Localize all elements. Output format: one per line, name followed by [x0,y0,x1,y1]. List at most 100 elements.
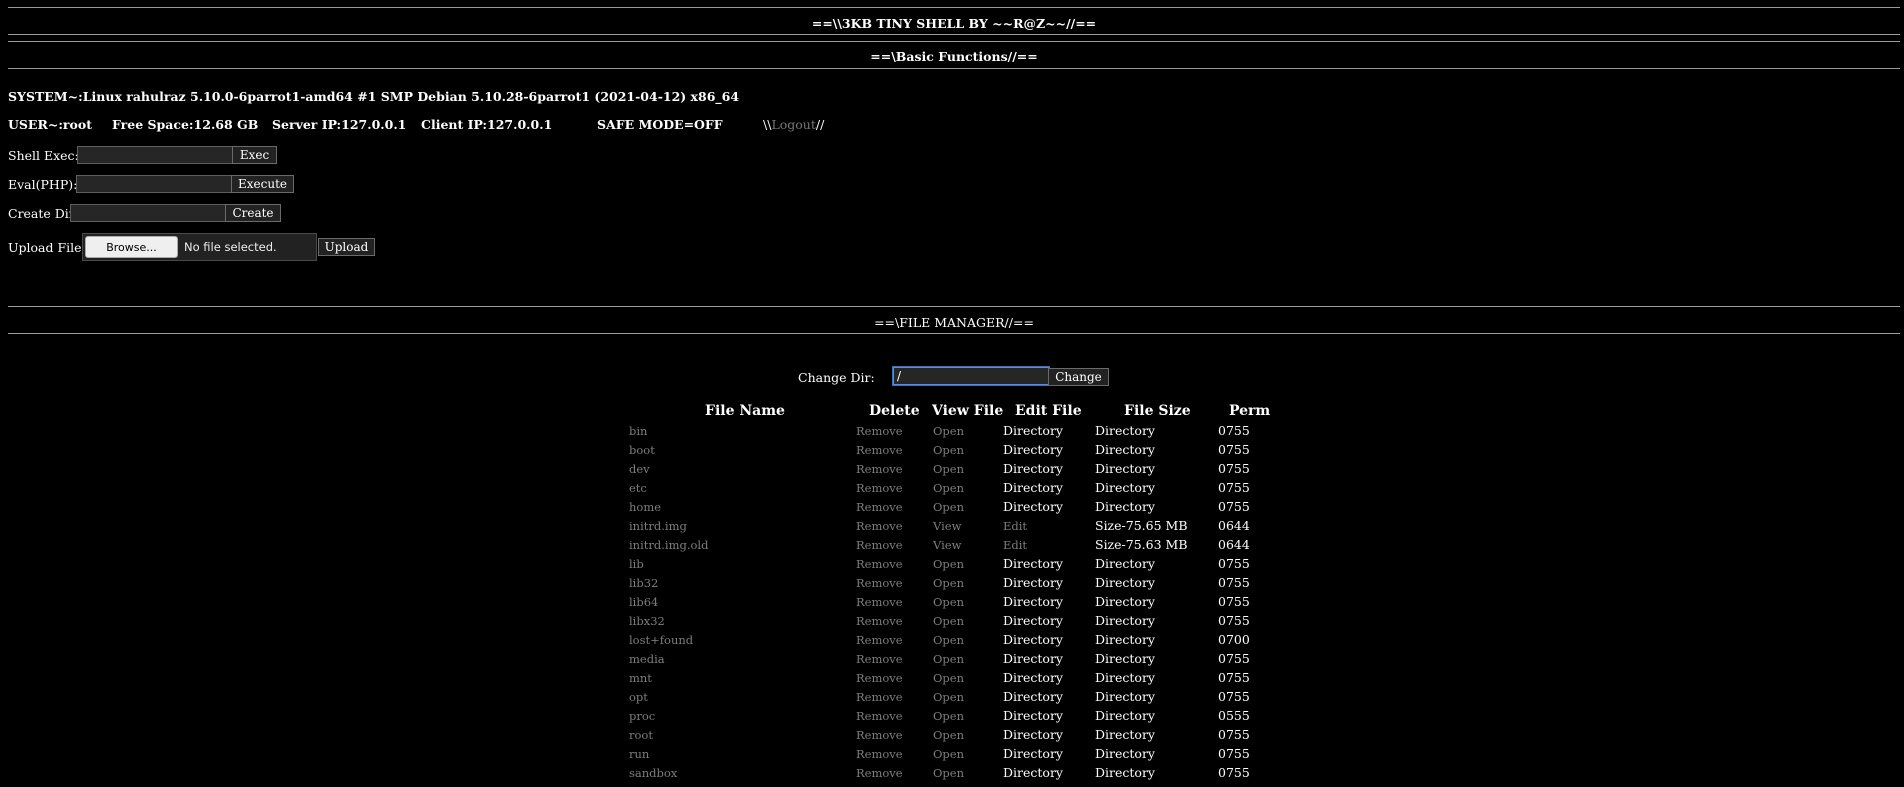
file-size-cell: Directory [1095,765,1155,780]
open-link[interactable]: Open [933,690,964,704]
remove-link[interactable]: Remove [856,690,903,704]
client-ip: Client IP:127.0.0.1 [421,117,553,132]
open-link[interactable]: Open [933,747,964,761]
create-dir-input[interactable] [70,204,226,222]
remove-link[interactable]: Remove [856,671,903,685]
file-name-link[interactable]: libx32 [629,614,665,628]
file-input[interactable]: Browse... No file selected. [82,233,317,261]
file-size-cell: Directory [1095,689,1155,704]
basic-functions-title: ==\Basic Functions//== [870,49,1038,64]
file-size-cell: Directory [1095,594,1155,609]
file-name-link[interactable]: sandbox [629,766,677,780]
file-size-cell: Directory [1095,708,1155,723]
remove-link[interactable]: Remove [856,557,903,571]
file-name-link[interactable]: mnt [629,671,652,685]
file-name-link[interactable]: root [629,728,653,742]
edit-file-cell: Directory [1003,423,1063,438]
browse-button[interactable]: Browse... [85,236,178,258]
file-status: No file selected. [184,240,277,254]
file-size-cell: Directory [1095,442,1155,457]
view-link[interactable]: View [933,519,961,533]
open-link[interactable]: Open [933,633,964,647]
file-name-link[interactable]: opt [629,690,648,704]
create-dir-label: Create Dir: [8,206,79,221]
remove-link[interactable]: Remove [856,747,903,761]
file-size-cell: Directory [1095,670,1155,685]
open-link[interactable]: Open [933,671,964,685]
remove-link[interactable]: Remove [856,595,903,609]
execute-button[interactable]: Execute [231,175,294,193]
remove-link[interactable]: Remove [856,538,903,552]
file-name-link[interactable]: bin [629,424,647,438]
open-link[interactable]: Open [933,614,964,628]
remove-link[interactable]: Remove [856,519,903,533]
edit-file-cell: Directory [1003,499,1063,514]
view-link[interactable]: View [933,538,961,552]
column-header-view-file: View File [932,403,1004,419]
file-name-link[interactable]: etc [629,481,647,495]
open-link[interactable]: Open [933,709,964,723]
file-name-link[interactable]: dev [629,462,650,476]
open-link[interactable]: Open [933,424,964,438]
file-name-link[interactable]: lib [629,557,644,571]
open-link[interactable]: Open [933,443,964,457]
free-space: Free Space:12.68 GB [112,117,259,132]
remove-link[interactable]: Remove [856,766,903,780]
open-link[interactable]: Open [933,576,964,590]
eval-php-input[interactable] [76,175,232,193]
file-name-link[interactable]: boot [629,443,655,457]
divider [8,333,1900,334]
perm-cell: 0755 [1218,423,1250,438]
open-link[interactable]: Open [933,481,964,495]
open-link[interactable]: Open [933,652,964,666]
file-name-link[interactable]: proc [629,709,655,723]
system-info: SYSTEM~:Linux rahulraz 5.10.0-6parrot1-a… [8,89,740,104]
open-link[interactable]: Open [933,595,964,609]
remove-link[interactable]: Remove [856,576,903,590]
file-name-link[interactable]: lost+found [629,633,693,647]
column-header-edit-file: Edit File [1015,403,1082,419]
create-button[interactable]: Create [225,204,281,222]
table-row: lib64 Remove Open Directory Directory 0755 [0,594,1904,613]
file-name-link[interactable]: initrd.img [629,519,687,533]
file-name-link[interactable]: media [629,652,665,666]
open-link[interactable]: Open [933,557,964,571]
remove-link[interactable]: Remove [856,500,903,514]
file-name-link[interactable]: home [629,500,661,514]
upload-button[interactable]: Upload [318,238,375,256]
change-dir-input[interactable] [892,366,1050,386]
remove-link[interactable]: Remove [856,614,903,628]
exec-button[interactable]: Exec [232,146,277,164]
open-link[interactable]: Open [933,500,964,514]
open-link[interactable]: Open [933,766,964,780]
remove-link[interactable]: Remove [856,728,903,742]
remove-link[interactable]: Remove [856,424,903,438]
perm-cell: 0755 [1218,461,1250,476]
perm-cell: 0755 [1218,765,1250,780]
change-button[interactable]: Change [1048,368,1109,386]
edit-file-cell: Directory [1003,461,1063,476]
remove-link[interactable]: Remove [856,443,903,457]
file-size-cell: Directory [1095,556,1155,571]
remove-link[interactable]: Remove [856,652,903,666]
table-row: run Remove Open Directory Directory 0755 [0,746,1904,765]
edit-link[interactable]: Edit [1003,519,1027,533]
file-name-link[interactable]: initrd.img.old [629,538,708,552]
edit-link[interactable]: Edit [1003,538,1027,552]
edit-file-cell: Directory [1003,765,1063,780]
open-link[interactable]: Open [933,728,964,742]
perm-cell: 0755 [1218,442,1250,457]
shell-exec-input[interactable] [77,146,233,164]
file-name-link[interactable]: lib64 [629,595,658,609]
remove-link[interactable]: Remove [856,462,903,476]
eval-php-label: Eval(PHP): [8,177,78,192]
column-header-perm: Perm [1229,403,1271,419]
file-size-cell: Directory [1095,613,1155,628]
logout-link[interactable]: Logout [771,117,815,132]
remove-link[interactable]: Remove [856,481,903,495]
remove-link[interactable]: Remove [856,633,903,647]
file-name-link[interactable]: lib32 [629,576,658,590]
file-name-link[interactable]: run [629,747,649,761]
open-link[interactable]: Open [933,462,964,476]
remove-link[interactable]: Remove [856,709,903,723]
